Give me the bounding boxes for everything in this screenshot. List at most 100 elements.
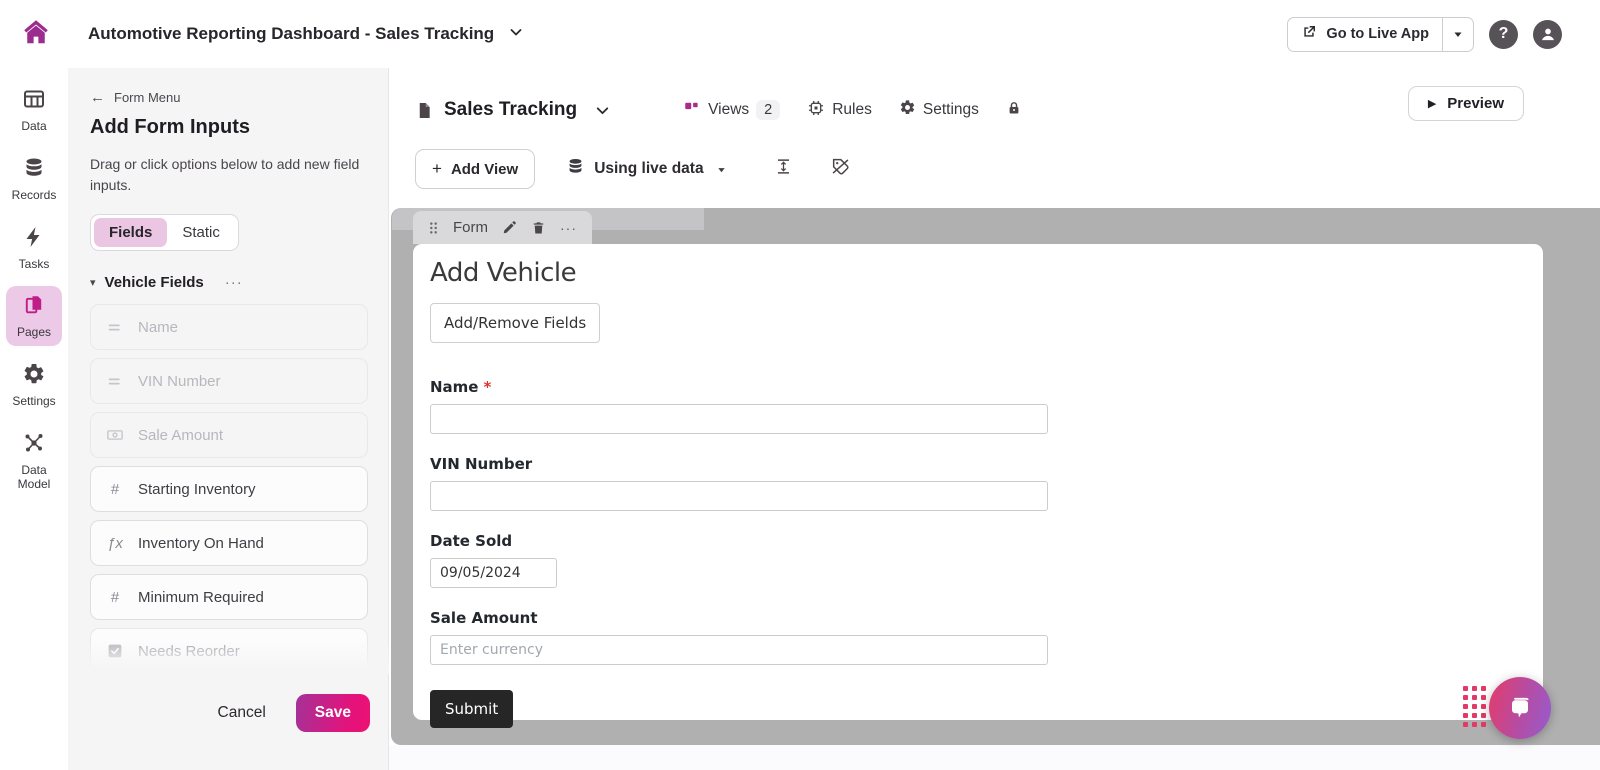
tag-slash-icon — [830, 156, 851, 182]
gear-icon — [899, 99, 916, 121]
delete-view-button[interactable] — [531, 220, 546, 236]
section-title: Vehicle Fields — [105, 274, 204, 291]
tab-rules[interactable]: Rules — [807, 99, 872, 122]
data-model-icon — [22, 431, 46, 460]
vehicle-fields-section-header[interactable]: ▾ Vehicle Fields ··· — [90, 274, 368, 291]
field-option-label: Needs Reorder — [138, 643, 240, 660]
main-area: Sales Tracking Views 2 Rules — [389, 68, 1600, 770]
app-switcher[interactable] — [508, 24, 524, 45]
edit-view-button[interactable] — [502, 220, 517, 235]
panel-description: Drag or click options below to add new f… — [90, 154, 372, 196]
field-option-starting-inventory[interactable]: # Starting Inventory — [90, 466, 368, 512]
page-lock-button[interactable] — [1006, 99, 1022, 122]
sidebar-label: Settings — [9, 395, 59, 409]
tab-settings[interactable]: Settings — [899, 99, 979, 121]
tab-views[interactable]: Views 2 — [683, 99, 780, 122]
date-sold-input[interactable] — [430, 558, 557, 588]
data-source-dropdown[interactable]: Using live data — [556, 149, 736, 189]
sidebar-item-tasks[interactable]: Tasks — [6, 218, 62, 278]
field-option-sale-amount: Sale Amount — [90, 412, 368, 458]
submit-button[interactable]: Submit — [430, 690, 513, 728]
sidebar-label: Data — [9, 120, 59, 134]
user-avatar-icon — [1538, 24, 1558, 44]
form-field-name: Name* — [430, 378, 1048, 434]
field-label: VIN Number — [430, 455, 532, 473]
adjust-height-button[interactable] — [774, 156, 793, 182]
pencil-icon — [502, 220, 517, 235]
add-remove-fields-button[interactable]: Add/Remove Fields — [430, 303, 600, 343]
sale-amount-input[interactable] — [430, 635, 1048, 665]
field-option-label: Name — [138, 319, 178, 336]
database-icon — [22, 156, 46, 185]
tab-static[interactable]: Static — [167, 218, 235, 247]
name-input[interactable] — [430, 404, 1048, 434]
field-type-toggle: Fields Static — [90, 214, 239, 251]
sidebar-item-records[interactable]: Records — [6, 149, 62, 209]
view-type-label: Form — [453, 219, 488, 236]
external-link-icon — [1301, 24, 1317, 44]
caret-down-icon — [1452, 28, 1464, 40]
app-root: Automotive Reporting Dashboard - Sales T… — [0, 0, 1600, 770]
sidebar-item-pages[interactable]: Pages — [6, 286, 62, 346]
short-text-icon — [105, 373, 125, 390]
sidebar-item-settings[interactable]: Settings — [6, 355, 62, 415]
pages-icon — [22, 293, 46, 322]
field-option-vin-number: VIN Number — [90, 358, 368, 404]
account-button[interactable] — [1533, 20, 1562, 49]
sidebar-label: Tasks — [9, 258, 59, 272]
page-title: Sales Tracking — [444, 99, 577, 121]
back-arrow-icon: ← — [90, 90, 105, 105]
page-canvas: Form ··· Add Vehicle Add/Remove Fields N… — [391, 208, 1600, 745]
header-actions: Go to Live App ? — [1287, 17, 1562, 52]
views-icon — [683, 99, 701, 122]
toggle-styles-button[interactable] — [830, 156, 851, 182]
caret-down-icon — [716, 164, 727, 175]
field-option-needs-reorder[interactable]: Needs Reorder — [90, 628, 368, 674]
go-to-live-app-dropdown[interactable] — [1442, 18, 1473, 51]
field-option-label: Starting Inventory — [138, 481, 256, 498]
sidebar-item-data-model[interactable]: Data Model — [6, 424, 62, 498]
form-view-toolbar: Form ··· — [413, 211, 592, 244]
plus-icon: + — [432, 159, 442, 179]
field-option-minimum-required[interactable]: # Minimum Required — [90, 574, 368, 620]
formula-icon: ƒx — [105, 535, 125, 552]
chip-icon — [807, 99, 825, 122]
go-to-live-app-split-button: Go to Live App — [1287, 17, 1474, 52]
page-nav: Views 2 Rules Settings — [683, 99, 1022, 122]
preview-button[interactable]: ▶ Preview — [1408, 86, 1524, 121]
add-view-button[interactable]: + Add View — [415, 149, 535, 189]
field-option-inventory-on-hand[interactable]: ƒx Inventory On Hand — [90, 520, 368, 566]
tab-fields[interactable]: Fields — [94, 218, 167, 247]
page-switcher[interactable] — [594, 102, 611, 119]
sidebar-label: Records — [9, 189, 59, 203]
cancel-button[interactable]: Cancel — [218, 704, 266, 722]
chevron-down-icon — [508, 24, 524, 45]
form-field-sale-amount: Sale Amount — [430, 609, 1048, 665]
number-icon: # — [105, 481, 125, 498]
field-option-label: Minimum Required — [138, 589, 264, 606]
field-label: Name* — [430, 378, 491, 396]
back-to-form-menu[interactable]: ← Form Menu — [90, 90, 368, 105]
field-option-label: Sale Amount — [138, 427, 223, 444]
field-options-list: Name VIN Number Sale Amount # Starting I… — [90, 304, 368, 674]
settings-label: Settings — [923, 101, 979, 119]
field-option-label: VIN Number — [138, 373, 221, 390]
view-more-menu[interactable]: ··· — [560, 220, 577, 236]
go-to-live-app-button[interactable]: Go to Live App — [1288, 18, 1442, 51]
sidebar-item-data[interactable]: Data — [6, 80, 62, 140]
section-menu-icon[interactable]: ··· — [225, 274, 243, 291]
field-option-label: Inventory On Hand — [138, 535, 264, 552]
widget-drag-dots[interactable] — [1463, 686, 1486, 727]
table-icon — [22, 87, 46, 116]
save-button[interactable]: Save — [296, 694, 370, 732]
home-button[interactable] — [18, 16, 54, 52]
vin-number-input[interactable] — [430, 481, 1048, 511]
form-field-vin: VIN Number — [430, 455, 1048, 511]
chat-launcher-button[interactable] — [1489, 677, 1551, 739]
drag-handle-icon[interactable] — [428, 221, 439, 235]
home-icon — [21, 17, 51, 52]
required-marker: * — [483, 378, 491, 396]
panel-footer: Cancel Save — [68, 674, 389, 770]
nav-rail: Data Records Tasks Pages Settings — [0, 68, 68, 770]
help-button[interactable]: ? — [1489, 20, 1518, 49]
